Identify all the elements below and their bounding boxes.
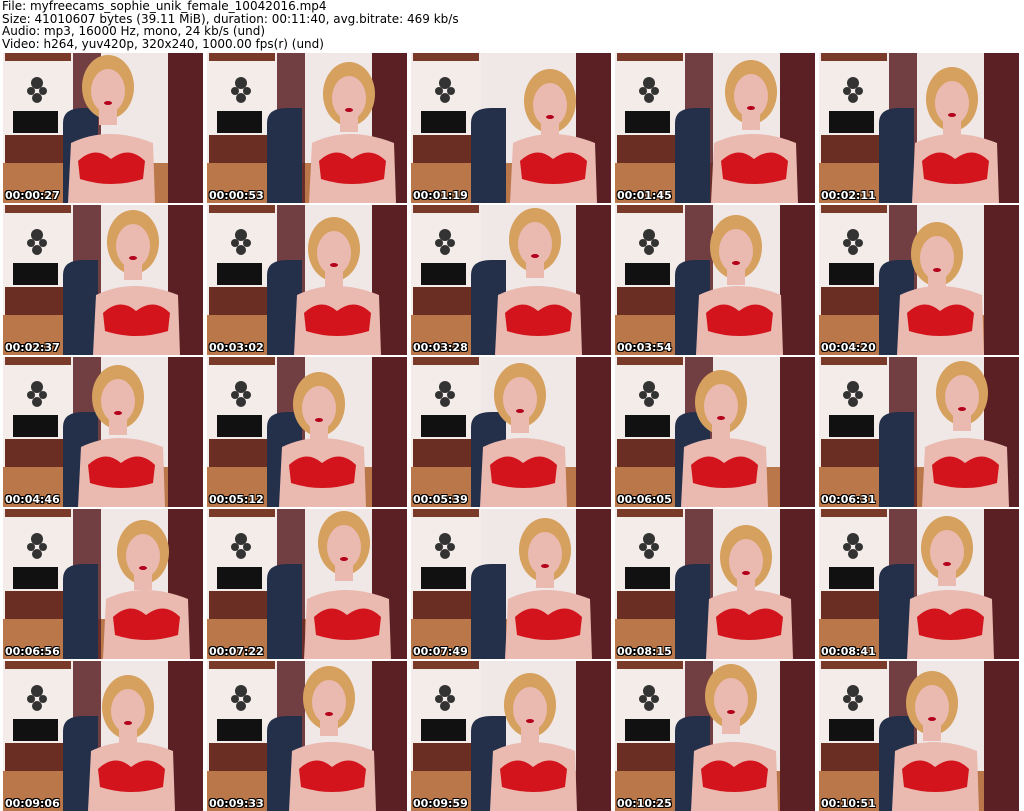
video-thumbnail: 00:07:22 bbox=[207, 509, 407, 659]
thumbnail-timestamp: 00:06:31 bbox=[821, 493, 876, 506]
thumbnail-image bbox=[207, 509, 407, 659]
thumbnail-grid: 00:00:27 00:00:53 00:01:19 00:01:45 00:02:11… bbox=[0, 50, 1024, 811]
video-thumbnail: 00:08:15 bbox=[615, 509, 815, 659]
thumbnail-timestamp: 00:10:25 bbox=[617, 797, 672, 810]
file-info-header: File: myfreecams_sophie_unik_female_1004… bbox=[2, 0, 1022, 50]
thumbnail-timestamp: 00:01:45 bbox=[617, 189, 672, 202]
thumbnail-image bbox=[819, 509, 1019, 659]
thumbnail-image bbox=[3, 509, 203, 659]
video-thumbnail: 00:09:33 bbox=[207, 661, 407, 811]
thumbnail-image bbox=[411, 357, 611, 507]
video-thumbnail: 00:08:41 bbox=[819, 509, 1019, 659]
video-thumbnail: 00:03:02 bbox=[207, 205, 407, 355]
video-thumbnail: 00:02:11 bbox=[819, 53, 1019, 203]
thumbnail-image bbox=[615, 53, 815, 203]
video-thumbnail: 00:01:19 bbox=[411, 53, 611, 203]
thumbnail-timestamp: 00:10:51 bbox=[821, 797, 876, 810]
thumbnail-timestamp: 00:09:06 bbox=[5, 797, 60, 810]
thumbnail-image bbox=[207, 53, 407, 203]
thumbnail-image bbox=[615, 205, 815, 355]
video-thumbnail: 00:10:51 bbox=[819, 661, 1019, 811]
thumbnail-image bbox=[819, 205, 1019, 355]
thumbnail-timestamp: 00:05:39 bbox=[413, 493, 468, 506]
thumbnail-image bbox=[411, 509, 611, 659]
thumbnail-timestamp: 00:06:56 bbox=[5, 645, 60, 658]
audio-info-line: Audio: mp3, 16000 Hz, mono, 24 kb/s (und… bbox=[2, 24, 266, 38]
thumbnail-image bbox=[819, 53, 1019, 203]
video-thumbnail: 00:03:28 bbox=[411, 205, 611, 355]
thumbnail-image bbox=[207, 205, 407, 355]
video-thumbnail: 00:06:31 bbox=[819, 357, 1019, 507]
video-thumbnail: 00:06:05 bbox=[615, 357, 815, 507]
thumbnail-image bbox=[615, 509, 815, 659]
thumbnail-timestamp: 00:03:28 bbox=[413, 341, 468, 354]
video-thumbnail: 00:01:45 bbox=[615, 53, 815, 203]
thumbnail-timestamp: 00:07:49 bbox=[413, 645, 468, 658]
file-name-line: File: myfreecams_sophie_unik_female_1004… bbox=[2, 0, 327, 13]
thumbnail-image bbox=[3, 205, 203, 355]
thumbnail-timestamp: 00:00:53 bbox=[209, 189, 264, 202]
thumbnail-image bbox=[411, 205, 611, 355]
video-thumbnail: 00:09:59 bbox=[411, 661, 611, 811]
thumbnail-image bbox=[819, 661, 1019, 811]
thumbnail-timestamp: 00:02:11 bbox=[821, 189, 876, 202]
video-thumbnail: 00:03:54 bbox=[615, 205, 815, 355]
thumbnail-image bbox=[3, 661, 203, 811]
thumbnail-timestamp: 00:02:37 bbox=[5, 341, 60, 354]
thumbnail-image bbox=[819, 357, 1019, 507]
thumbnail-timestamp: 00:03:02 bbox=[209, 341, 264, 354]
thumbnail-timestamp: 00:08:41 bbox=[821, 645, 876, 658]
thumbnail-timestamp: 00:04:46 bbox=[5, 493, 60, 506]
thumbnail-timestamp: 00:09:59 bbox=[413, 797, 468, 810]
video-thumbnail: 00:06:56 bbox=[3, 509, 203, 659]
video-thumbnail: 00:00:53 bbox=[207, 53, 407, 203]
video-thumbnail: 00:05:39 bbox=[411, 357, 611, 507]
video-info-line: Video: h264, yuv420p, 320x240, 1000.00 f… bbox=[2, 36, 324, 51]
thumbnail-timestamp: 00:06:05 bbox=[617, 493, 672, 506]
thumbnail-timestamp: 00:05:12 bbox=[209, 493, 264, 506]
video-thumbnail: 00:07:49 bbox=[411, 509, 611, 659]
thumbnail-image bbox=[411, 53, 611, 203]
thumbnail-image bbox=[411, 661, 611, 811]
thumbnail-image bbox=[207, 661, 407, 811]
thumbnail-timestamp: 00:04:20 bbox=[821, 341, 876, 354]
thumbnail-image bbox=[615, 357, 815, 507]
video-thumbnail: 00:04:20 bbox=[819, 205, 1019, 355]
thumbnail-timestamp: 00:07:22 bbox=[209, 645, 264, 658]
thumbnail-image bbox=[615, 661, 815, 811]
video-thumbnail: 00:10:25 bbox=[615, 661, 815, 811]
video-thumbnail: 00:09:06 bbox=[3, 661, 203, 811]
video-thumbnail: 00:00:27 bbox=[3, 53, 203, 203]
video-thumbnail: 00:02:37 bbox=[3, 205, 203, 355]
thumbnail-image bbox=[207, 357, 407, 507]
video-thumbnail: 00:04:46 bbox=[3, 357, 203, 507]
video-thumbnail: 00:05:12 bbox=[207, 357, 407, 507]
thumbnail-timestamp: 00:00:27 bbox=[5, 189, 60, 202]
thumbnail-timestamp: 00:09:33 bbox=[209, 797, 264, 810]
thumbnail-image bbox=[3, 53, 203, 203]
thumbnail-timestamp: 00:08:15 bbox=[617, 645, 672, 658]
thumbnail-timestamp: 00:01:19 bbox=[413, 189, 468, 202]
thumbnail-timestamp: 00:03:54 bbox=[617, 341, 672, 354]
thumbnail-image bbox=[3, 357, 203, 507]
